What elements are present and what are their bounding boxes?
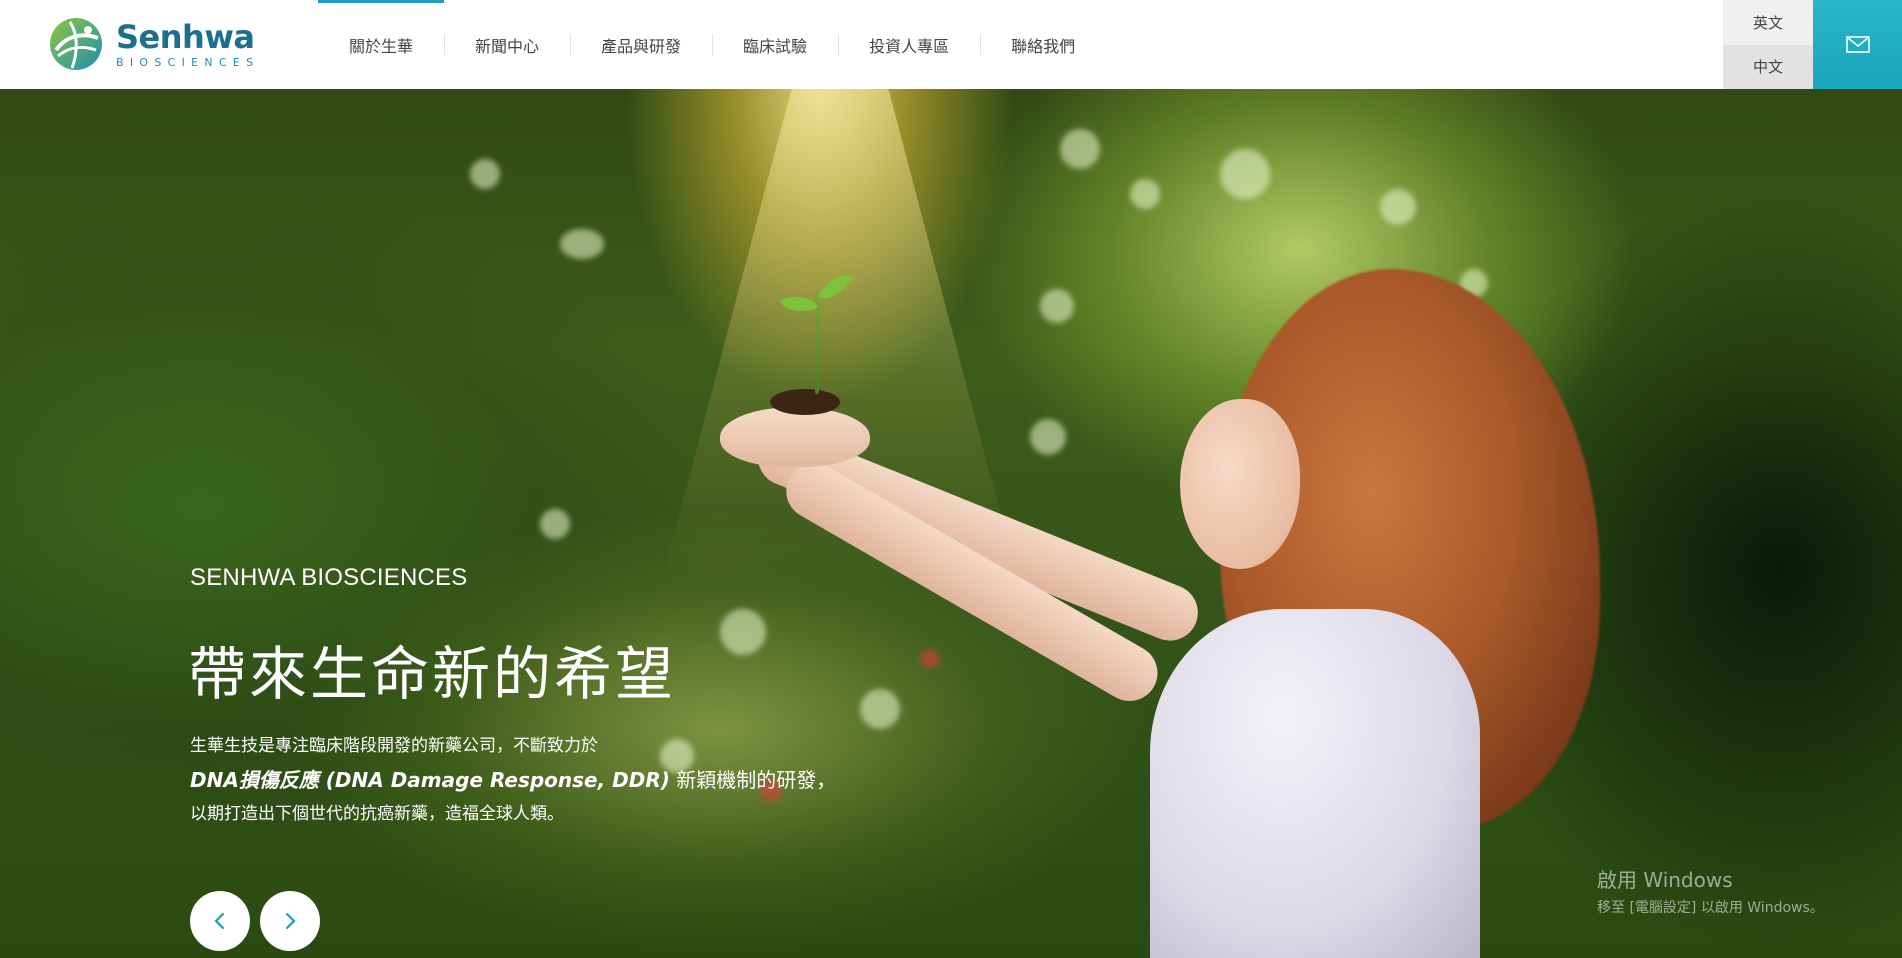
site-header: Senhwa BIOSCIENCES 關於生華 新聞中心 產品與研發 臨床試驗 …: [0, 0, 1902, 89]
bokeh-light: [1040, 289, 1074, 323]
bokeh-light: [1130, 179, 1160, 209]
hero-description: 生華生技是專注臨床階段開發的新藥公司，不斷致力於 DNA損傷反應 (DNA Da…: [190, 729, 890, 831]
bokeh-light: [540, 509, 570, 539]
senhwa-logo[interactable]: Senhwa BIOSCIENCES: [48, 15, 259, 73]
chevron-left-icon: [214, 912, 225, 930]
windows-activation-watermark: 啟用 Windows 移至 [電腦設定] 以啟用 Windows。: [1597, 864, 1824, 917]
hero-desc-line: 生華生技是專注臨床階段開發的新藥公司，不斷致力於: [190, 736, 598, 756]
hero-desc-line: DNA損傷反應 (DNA Damage Response, DDR) 新穎機制的…: [190, 763, 890, 797]
hero-desc-line: 以期打造出下個世代的抗癌新藥，造福全球人類。: [190, 804, 564, 824]
girl-dress: [1150, 609, 1480, 958]
nav-item-investors[interactable]: 投資人專區: [838, 0, 980, 89]
watermark-title: 啟用 Windows: [1597, 868, 1733, 892]
bokeh-light: [920, 649, 940, 669]
mail-icon: [1845, 36, 1870, 53]
bokeh-light: [1380, 189, 1416, 225]
chevron-right-icon: [285, 912, 296, 930]
logo-name: Senhwa: [116, 17, 255, 56]
hero-overline: SENHWA BIOSCIENCES: [190, 564, 468, 591]
ddr-emphasis: DNA損傷反應 (DNA Damage Response, DDR): [190, 768, 670, 792]
contact-mail-button[interactable]: [1813, 0, 1902, 89]
watermark-subtitle: 移至 [電腦設定] 以啟用 Windows。: [1597, 900, 1824, 916]
bokeh-light: [1030, 419, 1066, 455]
senhwa-logo-icon: [50, 18, 102, 70]
nav-item-about[interactable]: 關於生華: [318, 0, 445, 89]
language-switcher: 英文 中文: [1723, 0, 1813, 89]
girl-face: [1180, 399, 1300, 569]
hero-title: 帶來生命新的希望: [188, 640, 677, 708]
nav-item-clinical-trials[interactable]: 臨床試驗: [712, 0, 838, 89]
nav-item-news[interactable]: 新聞中心: [444, 0, 570, 89]
slider-prev-button[interactable]: [190, 891, 250, 951]
language-option-chinese[interactable]: 中文: [1723, 44, 1813, 89]
language-option-english[interactable]: 英文: [1723, 0, 1813, 45]
hero-desc-text: 新穎機制的研發，: [669, 768, 837, 792]
bokeh-light: [1220, 149, 1270, 199]
nav-item-contact[interactable]: 聯絡我們: [980, 0, 1106, 89]
bokeh-light: [470, 159, 500, 189]
bokeh-light: [720, 609, 766, 655]
soil: [770, 389, 840, 415]
nav-item-products-rd[interactable]: 產品與研發: [570, 0, 712, 89]
bokeh-light: [560, 229, 604, 259]
logo-subtitle: BIOSCIENCES: [116, 55, 260, 69]
bokeh-light: [860, 689, 900, 729]
main-nav: 關於生華 新聞中心 產品與研發 臨床試驗 投資人專區 聯絡我們: [318, 0, 1106, 89]
hero-banner: SENHWA BIOSCIENCES 帶來生命新的希望 生華生技是專注臨床階段開…: [0, 89, 1902, 958]
cupped-hands: [720, 407, 870, 467]
slider-next-button[interactable]: [260, 891, 320, 951]
bokeh-light: [1060, 129, 1100, 169]
